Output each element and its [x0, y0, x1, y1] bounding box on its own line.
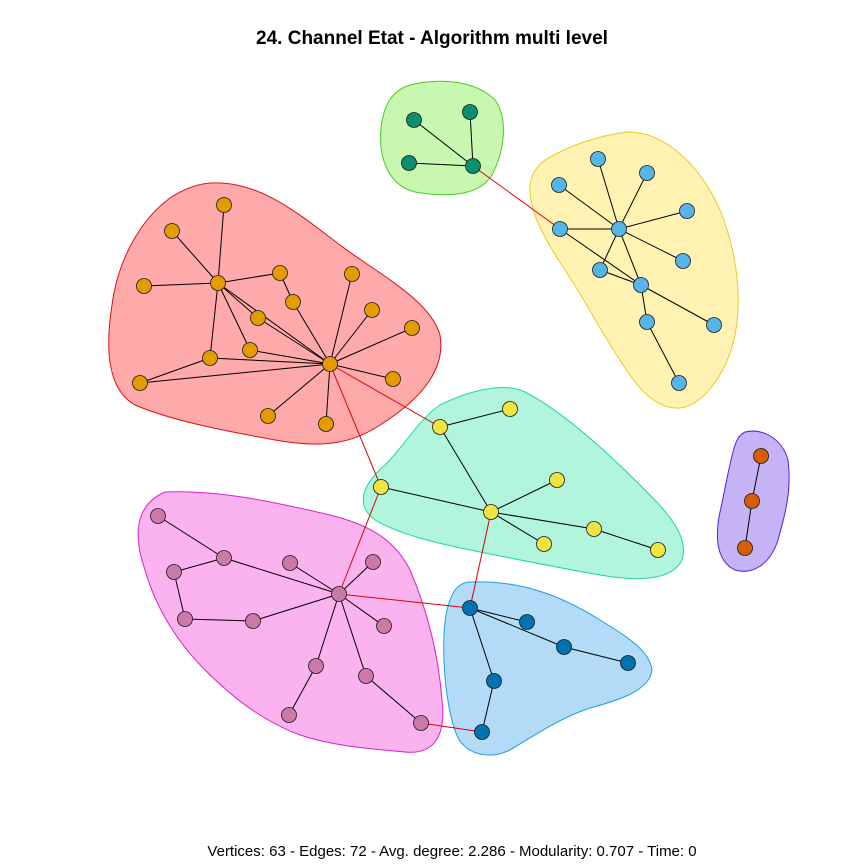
community-hull-mint: [362, 387, 684, 580]
node-g3: [401, 155, 417, 171]
node-r16: [318, 416, 334, 432]
node-y6: [592, 262, 608, 278]
node-k9: [308, 658, 324, 674]
node-m3: [373, 479, 389, 495]
node-k7: [245, 613, 261, 629]
node-g0: [465, 158, 481, 174]
node-m6: [536, 536, 552, 552]
network-plot: 24. Channel Etat - Algorithm multi level…: [0, 0, 864, 864]
node-r4: [136, 278, 152, 294]
node-r11: [344, 266, 360, 282]
node-m5: [586, 521, 602, 537]
node-y5: [679, 203, 695, 219]
node-b5: [474, 724, 490, 740]
stats-line: Vertices: 63 - Edges: 72 - Avg. degree: …: [207, 843, 697, 860]
node-y7: [633, 277, 649, 293]
node-g1: [406, 112, 422, 128]
node-y9: [639, 314, 655, 330]
node-k2: [216, 550, 232, 566]
node-y11: [671, 375, 687, 391]
node-r0: [322, 356, 338, 372]
node-p0: [753, 448, 769, 464]
node-k8: [376, 618, 392, 634]
node-g2: [462, 104, 478, 120]
network-graph: [108, 80, 790, 756]
node-k1: [150, 508, 166, 524]
node-k0: [331, 586, 347, 602]
node-m1: [432, 419, 448, 435]
node-b0: [462, 600, 478, 616]
node-y0: [611, 221, 627, 237]
node-r2: [216, 197, 232, 213]
node-r7: [250, 310, 266, 326]
node-r8: [242, 342, 258, 358]
node-r6: [285, 294, 301, 310]
node-r1: [210, 275, 226, 291]
node-r9: [202, 350, 218, 366]
community-hull-red: [108, 182, 442, 445]
node-m0: [483, 504, 499, 520]
node-y1: [552, 221, 568, 237]
node-y2: [551, 177, 567, 193]
node-m7: [650, 542, 666, 558]
node-r3: [164, 223, 180, 239]
node-m2: [502, 401, 518, 417]
node-r13: [404, 320, 420, 336]
community-hull-green: [380, 80, 504, 196]
node-r12: [364, 302, 380, 318]
node-b4: [486, 673, 502, 689]
node-k11: [281, 707, 297, 723]
node-p1: [744, 493, 760, 509]
node-k5: [365, 554, 381, 570]
node-k3: [166, 564, 182, 580]
community-hulls: [108, 80, 790, 756]
node-b2: [556, 639, 572, 655]
node-y10: [706, 317, 722, 333]
node-r15: [260, 408, 276, 424]
node-p2: [737, 540, 753, 556]
node-b1: [519, 614, 535, 630]
node-b3: [620, 655, 636, 671]
community-hull-yellow: [529, 131, 739, 409]
node-k6: [177, 611, 193, 627]
node-k4: [282, 555, 298, 571]
node-y8: [675, 253, 691, 269]
node-m4: [549, 472, 565, 488]
node-r5: [272, 265, 288, 281]
node-y3: [590, 151, 606, 167]
node-k12: [413, 715, 429, 731]
node-r14: [385, 371, 401, 387]
node-y4: [639, 165, 655, 181]
node-k10: [358, 668, 374, 684]
node-r10: [132, 375, 148, 391]
